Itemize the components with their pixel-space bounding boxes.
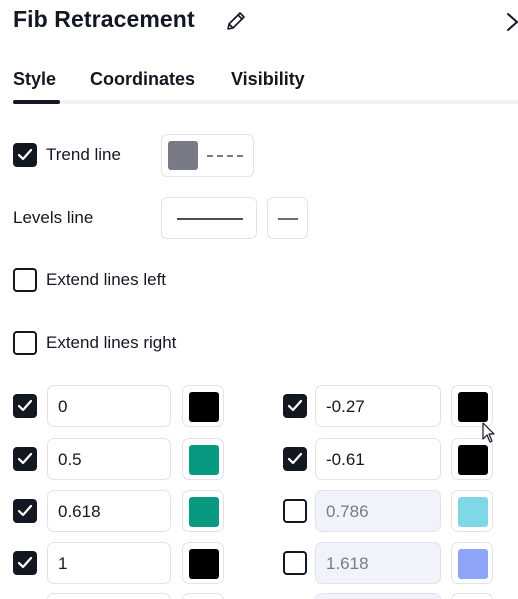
level-color-button[interactable] bbox=[182, 438, 224, 480]
level-color-swatch bbox=[458, 549, 488, 579]
extend-right-label: Extend lines right bbox=[46, 333, 177, 352]
level-color-swatch bbox=[189, 445, 219, 475]
level-value-input[interactable]: 0.5 bbox=[47, 438, 171, 480]
level-value-input[interactable]: 0.786 bbox=[315, 490, 441, 532]
level-color-swatch bbox=[189, 549, 219, 579]
level-value-input[interactable]: 0 bbox=[47, 385, 171, 427]
level-color-button[interactable] bbox=[451, 490, 493, 532]
level-checkbox[interactable] bbox=[283, 394, 307, 418]
level-value-input[interactable]: -0.27 bbox=[315, 385, 441, 427]
level-value-input[interactable]: 0.618 bbox=[47, 490, 171, 532]
level-color-button[interactable] bbox=[182, 542, 224, 584]
dashed-line-icon bbox=[207, 155, 245, 157]
level-color-swatch bbox=[458, 392, 488, 422]
chevron-right-icon[interactable] bbox=[503, 9, 518, 33]
dialog-title: Fib Retracement bbox=[13, 6, 195, 32]
level-checkbox[interactable] bbox=[13, 447, 37, 471]
tab-coordinates[interactable]: Coordinates bbox=[90, 69, 195, 90]
trend-line-label: Trend line bbox=[46, 145, 121, 164]
level-checkbox[interactable] bbox=[13, 394, 37, 418]
level-color-button[interactable] bbox=[451, 385, 493, 427]
level-color-button[interactable] bbox=[182, 490, 224, 532]
trend-line-style-button[interactable] bbox=[161, 134, 254, 177]
levels-line-width-button[interactable] bbox=[267, 197, 308, 239]
levels-line-label: Levels line bbox=[13, 208, 94, 227]
level-color-swatch bbox=[189, 497, 219, 527]
checkmark-icon bbox=[17, 399, 33, 412]
level-color-button[interactable] bbox=[451, 542, 493, 584]
level-color-partial[interactable] bbox=[182, 593, 224, 599]
checkmark-icon bbox=[17, 556, 33, 569]
checkmark-icon bbox=[287, 399, 303, 412]
level-color-button[interactable] bbox=[451, 438, 493, 480]
tab-visibility[interactable]: Visibility bbox=[231, 69, 305, 90]
active-tab-indicator bbox=[13, 100, 60, 104]
level-input-partial[interactable] bbox=[47, 593, 171, 599]
trend-line-checkbox[interactable] bbox=[13, 143, 37, 167]
level-checkbox[interactable] bbox=[283, 447, 307, 471]
level-checkbox[interactable] bbox=[13, 551, 37, 575]
extend-left-checkbox[interactable] bbox=[13, 268, 37, 292]
line-width-icon bbox=[278, 218, 298, 220]
level-value-input[interactable]: -0.61 bbox=[315, 438, 441, 480]
level-color-button[interactable] bbox=[182, 385, 224, 427]
level-checkbox[interactable] bbox=[13, 499, 37, 523]
level-checkbox[interactable] bbox=[283, 551, 307, 575]
checkmark-icon bbox=[287, 452, 303, 465]
level-value-input[interactable]: 1.618 bbox=[315, 542, 441, 584]
checkmark-icon bbox=[17, 504, 33, 517]
trend-line-color-swatch bbox=[168, 141, 198, 170]
checkmark-icon bbox=[17, 148, 33, 161]
solid-line-icon bbox=[177, 218, 243, 220]
level-color-partial[interactable] bbox=[451, 593, 493, 599]
level-input-partial[interactable] bbox=[315, 593, 441, 599]
tab-bar: Style Coordinates Visibility bbox=[0, 62, 518, 106]
mouse-cursor-icon bbox=[482, 422, 496, 444]
level-color-swatch bbox=[458, 497, 488, 527]
level-color-swatch bbox=[458, 445, 488, 475]
extend-right-checkbox[interactable] bbox=[13, 331, 37, 355]
levels-line-style-button[interactable] bbox=[161, 197, 257, 239]
level-color-swatch bbox=[189, 392, 219, 422]
extend-left-label: Extend lines left bbox=[46, 270, 167, 289]
pencil-icon[interactable] bbox=[224, 9, 248, 33]
level-value-input[interactable]: 1 bbox=[47, 542, 171, 584]
dialog-header: Fib Retracement bbox=[0, 0, 518, 44]
checkmark-icon bbox=[17, 452, 33, 465]
tab-style[interactable]: Style bbox=[13, 69, 56, 90]
tabs-divider bbox=[13, 100, 518, 104]
level-checkbox[interactable] bbox=[283, 499, 307, 523]
